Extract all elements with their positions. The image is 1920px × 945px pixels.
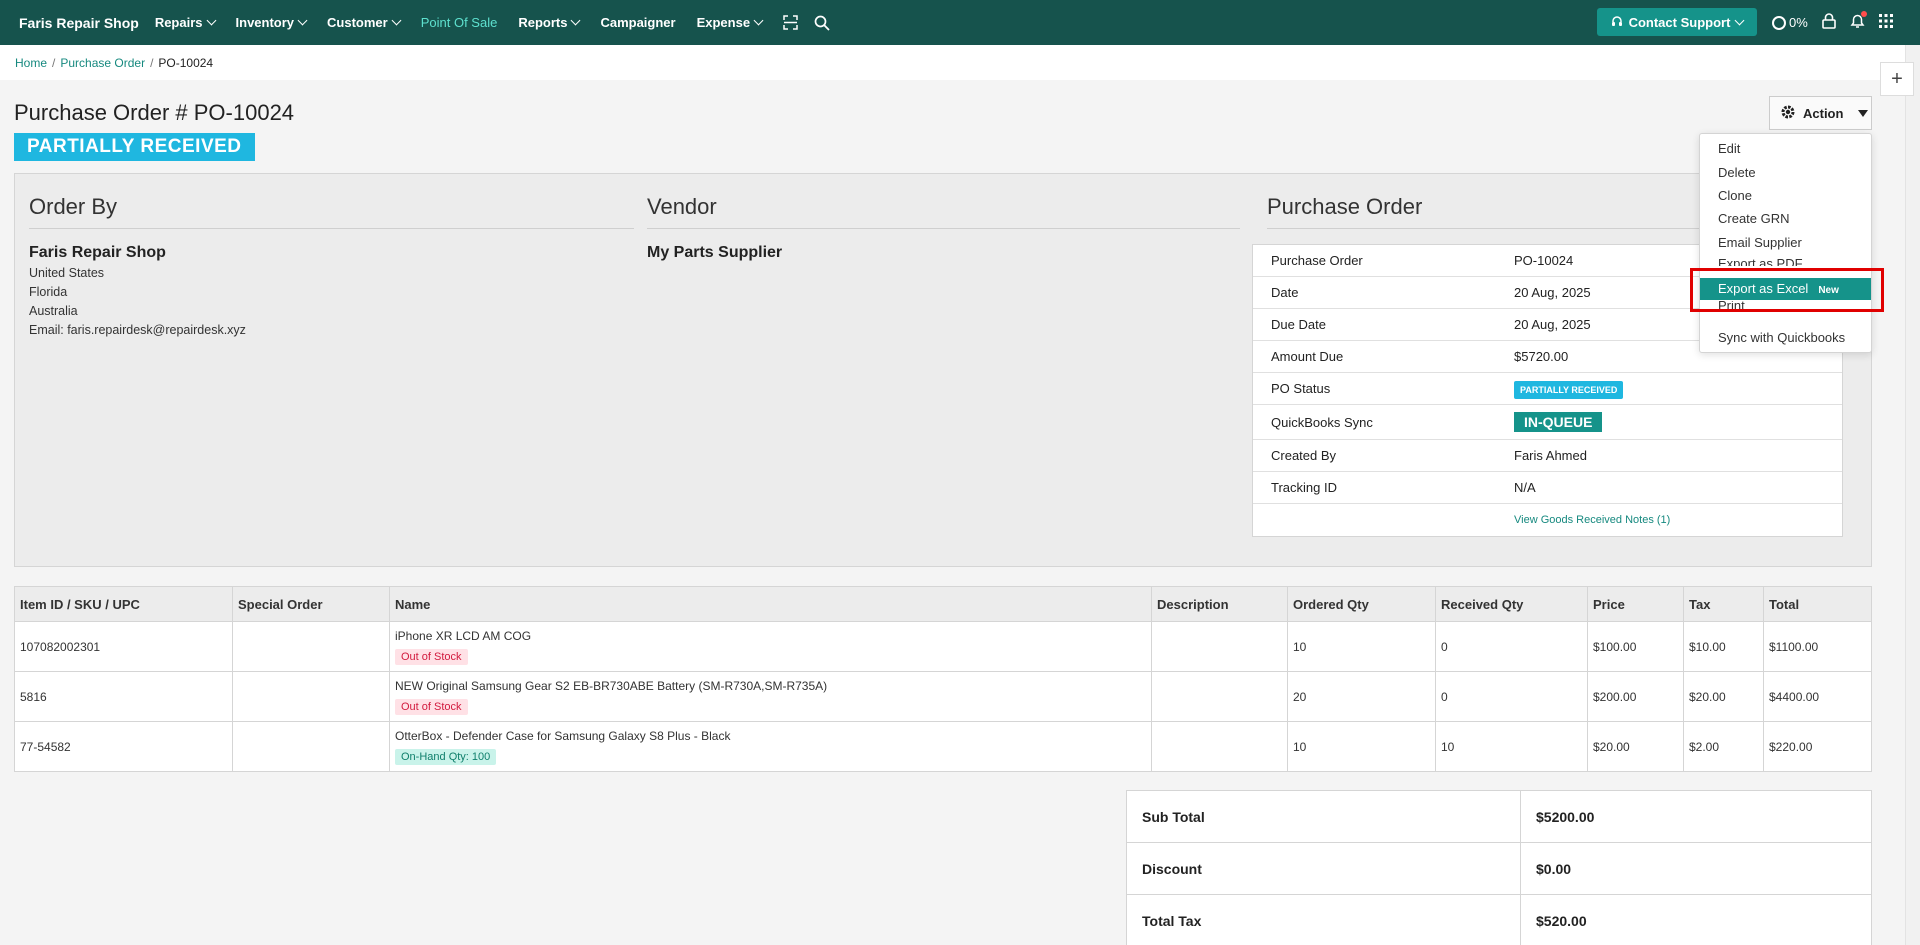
totals-table: Sub Total $5200.00 Discount $0.00 Total Ta… bbox=[1126, 790, 1872, 945]
po-row-grn: View Goods Received Notes (1) bbox=[1253, 504, 1842, 536]
highlight-box bbox=[1690, 268, 1884, 312]
chevron-down-icon bbox=[206, 15, 216, 26]
brand-name[interactable]: Faris Repair Shop bbox=[19, 15, 139, 31]
breadcrumb-home[interactable]: Home bbox=[15, 56, 47, 70]
order-by-heading: Order By bbox=[29, 194, 634, 229]
stock-badge: Out of Stock bbox=[395, 648, 468, 665]
progress-indicator[interactable]: 0% bbox=[1772, 15, 1808, 31]
page-title: Purchase Order # PO-10024 bbox=[14, 100, 295, 125]
menu-item-email-supplier[interactable]: Email Supplier bbox=[1700, 231, 1871, 254]
po-row-qb-sync: QuickBooks Sync IN-QUEUE bbox=[1253, 405, 1842, 440]
breadcrumb: Home / Purchase Order / PO-10024 bbox=[0, 45, 1905, 80]
action-button[interactable]: Action bbox=[1769, 96, 1872, 130]
breadcrumb-current: PO-10024 bbox=[158, 55, 214, 70]
scan-icon[interactable] bbox=[783, 15, 798, 30]
items-table: Item ID / SKU / UPC Special Order Name D… bbox=[14, 586, 1872, 772]
menu-item-sync-quickbooks[interactable]: Sync with Quickbooks bbox=[1700, 326, 1871, 349]
progress-ring-icon bbox=[1772, 16, 1786, 31]
order-by-region: Australia bbox=[29, 304, 78, 318]
nav-inventory[interactable]: Inventory bbox=[236, 15, 308, 30]
vendor-name[interactable]: My Parts Supplier bbox=[647, 244, 782, 262]
order-by-name: Faris Repair Shop bbox=[29, 244, 166, 261]
po-row-created-by: Created By Faris Ahmed bbox=[1253, 440, 1842, 472]
apps-grid-icon[interactable] bbox=[1878, 14, 1893, 31]
col-header-name: Name bbox=[389, 586, 1152, 622]
col-header-total: Total bbox=[1763, 586, 1872, 622]
col-header-description: Description bbox=[1151, 586, 1288, 622]
status-badge: PARTIALLY RECEIVED bbox=[14, 133, 255, 161]
table-row: 77-54582 OtterBox - Defender Case for Sa… bbox=[14, 721, 1872, 772]
table-row: 107082002301 iPhone XR LCD AM COG Out of … bbox=[14, 621, 1872, 672]
nav-expense[interactable]: Expense bbox=[697, 15, 764, 30]
nav-customer[interactable]: Customer bbox=[327, 15, 402, 30]
col-header-ordered-qty: Ordered Qty bbox=[1287, 586, 1436, 622]
po-row-status: PO Status PARTIALLY RECEIVED bbox=[1253, 373, 1842, 405]
headset-icon bbox=[1611, 15, 1623, 30]
contact-support-button[interactable]: Contact Support bbox=[1597, 8, 1757, 36]
menu-item-edit[interactable]: Edit bbox=[1700, 137, 1871, 160]
subtotal-row: Sub Total $5200.00 bbox=[1126, 790, 1872, 843]
chevron-down-icon bbox=[753, 15, 764, 26]
notification-dot bbox=[1860, 11, 1867, 17]
chevron-down-icon bbox=[1734, 15, 1745, 25]
menu-item-delete[interactable]: Delete bbox=[1700, 161, 1871, 184]
qb-sync-badge: IN-QUEUE bbox=[1514, 412, 1603, 432]
col-header-price: Price bbox=[1587, 586, 1684, 622]
breadcrumb-purchase-order[interactable]: Purchase Order bbox=[60, 56, 145, 70]
add-panel-button[interactable]: + bbox=[1880, 62, 1914, 96]
caret-down-icon bbox=[1858, 109, 1869, 117]
item-name[interactable]: NEW Original Samsung Gear S2 EB-BR730ABE… bbox=[395, 679, 1151, 693]
nav-right-tools: 0% bbox=[1772, 0, 1893, 45]
bell-icon[interactable] bbox=[1850, 11, 1867, 32]
nav-point-of-sale[interactable]: Point Of Sale bbox=[421, 15, 498, 30]
plus-icon: + bbox=[1891, 67, 1903, 90]
menu-item-export-pdf[interactable]: Export as PDF bbox=[1700, 252, 1871, 266]
item-name[interactable]: OtterBox - Defender Case for Samsung Gal… bbox=[395, 729, 1151, 743]
po-status-badge: PARTIALLY RECEIVED bbox=[1514, 381, 1624, 399]
nav-reports[interactable]: Reports bbox=[518, 15, 581, 30]
on-hand-badge: On-Hand Qty: 100 bbox=[395, 748, 497, 765]
search-icon[interactable] bbox=[814, 15, 830, 31]
chevron-down-icon bbox=[391, 15, 402, 26]
gear-icon bbox=[1780, 104, 1796, 123]
col-header-tax: Tax bbox=[1683, 586, 1764, 622]
order-by-email: Email: faris.repairdesk@repairdesk.xyz bbox=[29, 323, 246, 337]
view-grn-link[interactable]: View Goods Received Notes (1) bbox=[1514, 514, 1670, 526]
menu-item-clone[interactable]: Clone bbox=[1700, 184, 1871, 207]
nav-repairs[interactable]: Repairs bbox=[155, 15, 216, 30]
lock-icon[interactable] bbox=[1821, 13, 1836, 32]
order-by-state: Florida bbox=[29, 285, 68, 299]
scrollbar[interactable] bbox=[1905, 45, 1920, 945]
order-by-country: United States bbox=[29, 266, 105, 280]
total-tax-row: Total Tax $520.00 bbox=[1126, 894, 1872, 945]
items-header-row: Item ID / SKU / UPC Special Order Name D… bbox=[14, 586, 1872, 622]
chevron-down-icon bbox=[297, 15, 308, 26]
vendor-heading: Vendor bbox=[647, 194, 1240, 229]
chevron-down-icon bbox=[571, 15, 581, 26]
nav-campaigner[interactable]: Campaigner bbox=[600, 15, 675, 30]
action-dropdown-menu: Edit Delete Clone Create GRN Email Suppl… bbox=[1699, 133, 1872, 353]
menu-item-create-grn[interactable]: Create GRN bbox=[1700, 207, 1871, 230]
col-header-received-qty: Received Qty bbox=[1435, 586, 1588, 622]
item-name[interactable]: iPhone XR LCD AM COG bbox=[395, 629, 1151, 643]
po-row-tracking: Tracking ID N/A bbox=[1253, 472, 1842, 504]
col-header-sku: Item ID / SKU / UPC bbox=[14, 586, 233, 622]
stock-badge: Out of Stock bbox=[395, 698, 468, 715]
col-header-special-order: Special Order bbox=[232, 586, 390, 622]
table-row: 5816 NEW Original Samsung Gear S2 EB-BR7… bbox=[14, 671, 1872, 722]
discount-row: Discount $0.00 bbox=[1126, 842, 1872, 895]
